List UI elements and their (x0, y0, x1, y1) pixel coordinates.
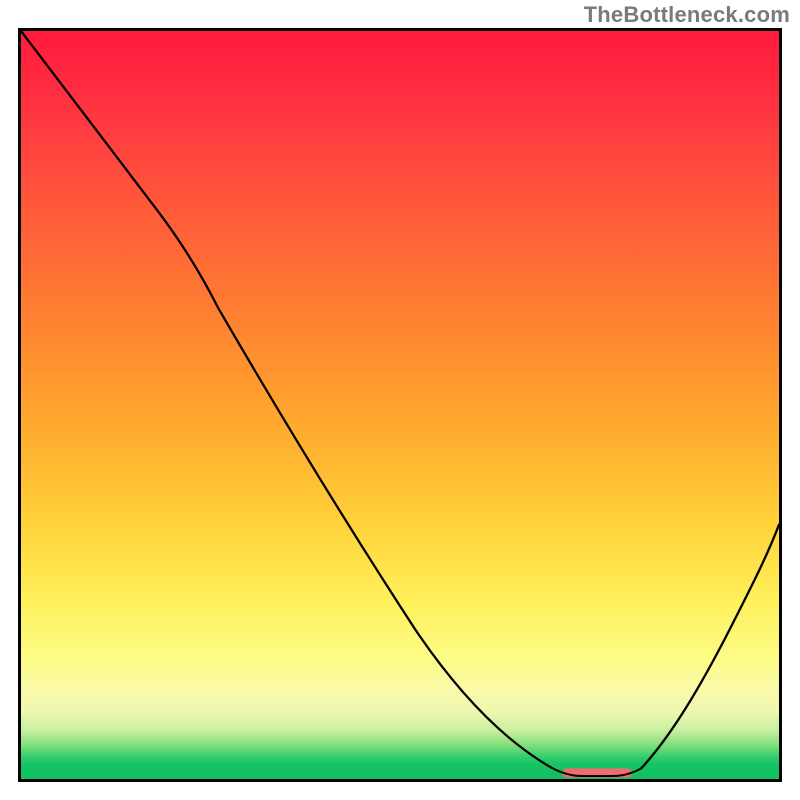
watermark-text: TheBottleneck.com (584, 2, 790, 28)
bottleneck-curve-left (21, 31, 552, 768)
plot-area (18, 28, 782, 782)
chart-stage: TheBottleneck.com (0, 0, 800, 800)
bottleneck-curve-right (641, 525, 779, 769)
curve-layer (21, 31, 779, 779)
